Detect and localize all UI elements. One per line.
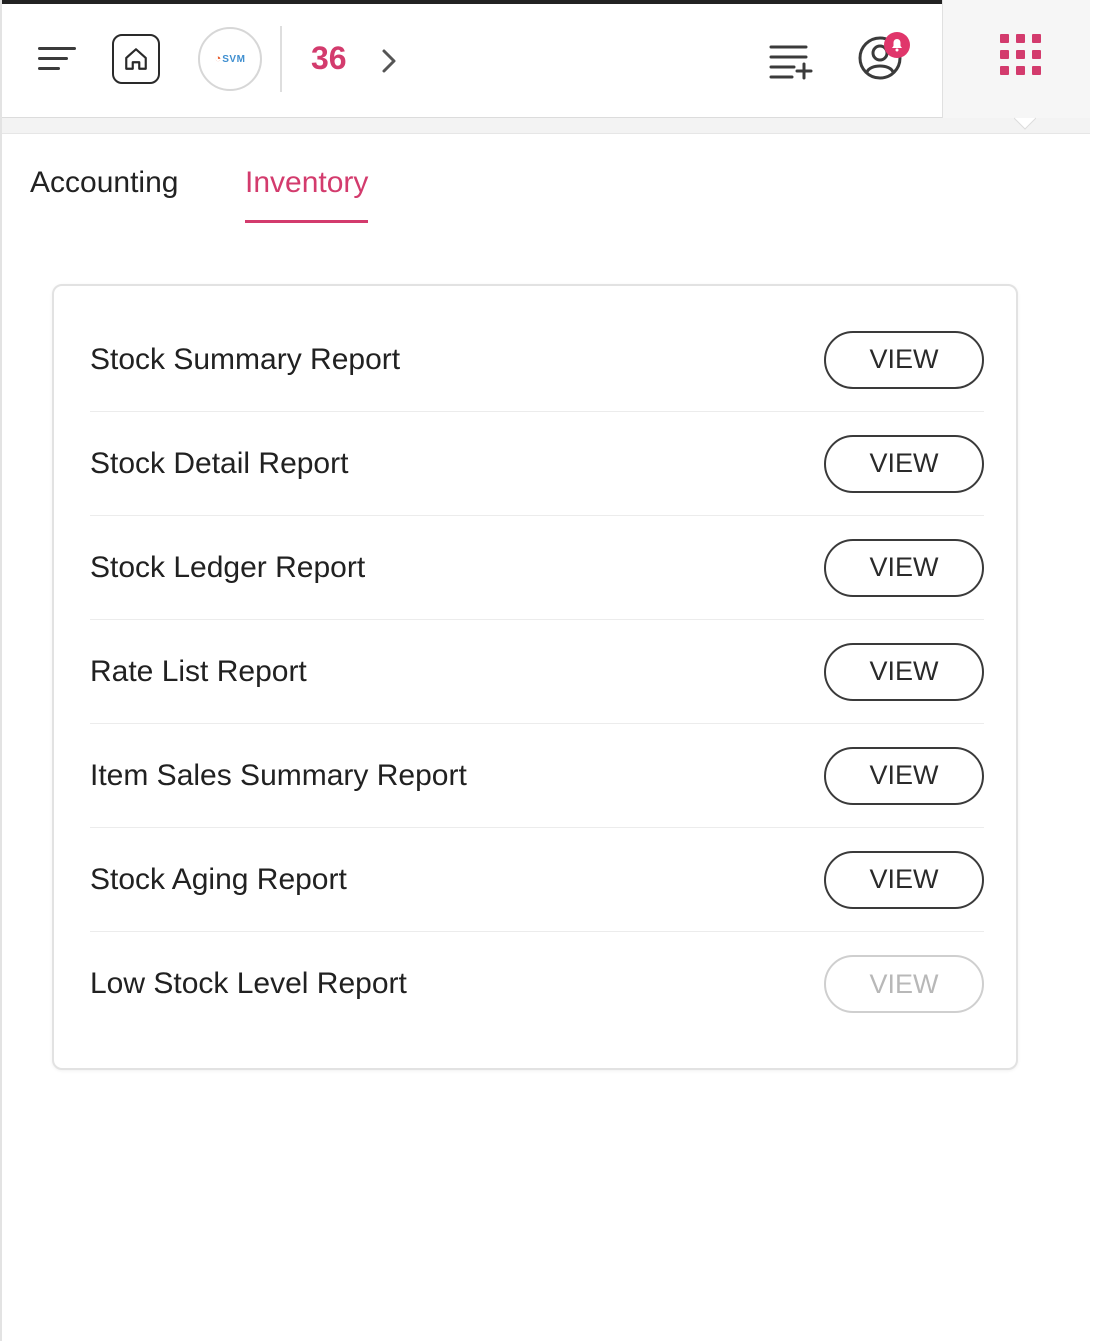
top-header: ◔ SVM 36 <box>2 0 1090 118</box>
inventory-reports-card: Stock Summary Report VIEW Stock Detail R… <box>52 284 1018 1070</box>
report-row-low-stock-level: Low Stock Level Report VIEW <box>90 932 984 1036</box>
view-stock-aging-button[interactable]: VIEW <box>824 850 984 909</box>
apps-grid-icon[interactable] <box>1000 34 1042 76</box>
report-label: Stock Summary Report <box>90 342 401 376</box>
report-label: Item Sales Summary Report <box>90 758 467 792</box>
notification-badge[interactable] <box>884 32 910 58</box>
view-stock-ledger-button[interactable]: VIEW <box>824 538 984 597</box>
home-icon <box>125 48 147 70</box>
view-stock-detail-button[interactable]: VIEW <box>824 434 984 493</box>
report-label: Rate List Report <box>90 654 307 688</box>
apps-panel <box>942 0 1090 118</box>
header-shadow-strip <box>2 118 1090 134</box>
report-row-rate-list: Rate List Report VIEW <box>90 620 984 724</box>
report-label: Low Stock Level Report <box>90 967 407 1000</box>
hamburger-icon[interactable] <box>38 44 78 74</box>
app-frame: ◔ SVM 36 Accounting Inventory Stock Summ… <box>0 0 1090 1341</box>
company-logo[interactable]: ◔ SVM <box>198 27 262 91</box>
logo-text: SVM <box>222 53 246 65</box>
report-row-stock-detail: Stock Detail Report VIEW <box>90 412 984 516</box>
count-indicator[interactable]: 36 <box>311 40 347 77</box>
tab-inventory[interactable]: Inventory <box>245 166 369 223</box>
view-rate-list-button[interactable]: VIEW <box>824 642 984 701</box>
report-row-item-sales-summary: Item Sales Summary Report VIEW <box>90 724 984 828</box>
report-label: Stock Aging Report <box>90 862 347 896</box>
bell-icon <box>892 39 902 52</box>
playlist-add-icon[interactable] <box>768 42 814 80</box>
report-row-stock-ledger: Stock Ledger Report VIEW <box>90 516 984 620</box>
profile-notifications-button[interactable] <box>856 32 914 82</box>
view-stock-summary-button[interactable]: VIEW <box>824 330 984 389</box>
report-row-stock-summary: Stock Summary Report VIEW <box>90 308 984 412</box>
home-button[interactable] <box>112 34 160 84</box>
report-label: Stock Ledger Report <box>90 550 366 584</box>
report-row-stock-aging: Stock Aging Report VIEW <box>90 828 984 932</box>
report-label: Stock Detail Report <box>90 446 349 480</box>
dropdown-caret-icon <box>1014 117 1036 130</box>
view-low-stock-level-button[interactable]: VIEW <box>824 955 984 1013</box>
view-item-sales-summary-button[interactable]: VIEW <box>824 746 984 805</box>
header-divider <box>280 26 282 92</box>
logo-swirl-icon: ◔ <box>214 53 222 65</box>
chevron-right-icon[interactable] <box>378 46 400 76</box>
tab-accounting[interactable]: Accounting <box>30 166 178 220</box>
